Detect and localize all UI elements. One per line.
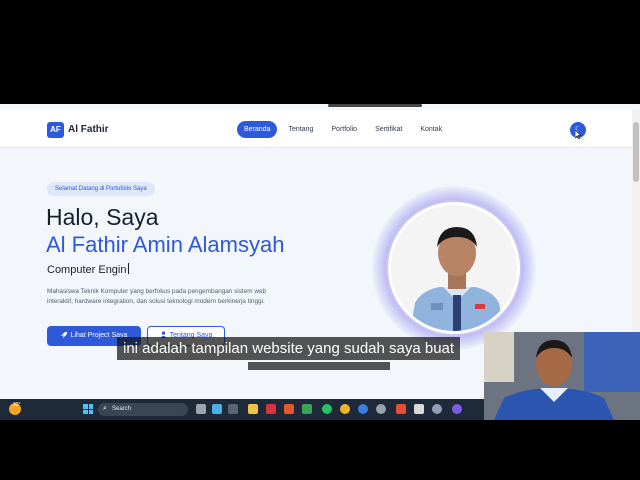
- profile-photo: [388, 202, 520, 334]
- browser-edge: [328, 104, 422, 107]
- site-navbar: AF Al Fathir Beranda Tentang Portfolio S…: [0, 110, 632, 148]
- logo-name[interactable]: Al Fathir: [68, 124, 109, 135]
- scrollbar-thumb[interactable]: [633, 122, 639, 182]
- weather-temperature: 32°: [13, 402, 21, 408]
- taskbar-search-label: Search: [112, 406, 132, 412]
- hero-role: Computer Engin: [47, 263, 129, 276]
- taskbar-app-icon-3[interactable]: [228, 404, 238, 414]
- taskbar-app-icon-12[interactable]: [396, 404, 406, 414]
- taskbar-app-icon-15[interactable]: [452, 404, 462, 414]
- hero-greeting: Halo, Saya: [46, 204, 159, 230]
- video-subtitle: ini adalah tampilan website yang sudah s…: [117, 337, 461, 360]
- video-subtitle-second-line: [248, 362, 390, 370]
- taskbar-app-icon-2[interactable]: [212, 404, 222, 414]
- taskbar-app-icon-5[interactable]: [266, 404, 276, 414]
- webcam-overlay: [484, 332, 640, 420]
- taskbar-app-icon-4[interactable]: [248, 404, 258, 414]
- taskbar-app-icon-13[interactable]: [414, 404, 424, 414]
- taskbar-app-icon-7[interactable]: [302, 404, 312, 414]
- nav-menu: Beranda Tentang Portfolio Sertifikat Kon…: [237, 121, 449, 138]
- logo-mark[interactable]: AF: [47, 122, 64, 138]
- taskbar-app-icon-1[interactable]: [196, 404, 206, 414]
- windows-start-icon[interactable]: [83, 404, 93, 414]
- search-icon: ⌕: [103, 405, 107, 412]
- hero-role-text: Computer Engin: [47, 264, 127, 276]
- webcam-illustration: [484, 332, 640, 420]
- taskbar-search[interactable]: ⌕ Search: [98, 403, 188, 416]
- taskbar-app-icon-10[interactable]: [358, 404, 368, 414]
- windows-taskbar: 32° ⌕ Search: [0, 399, 484, 420]
- taskbar-app-icon-8[interactable]: [322, 404, 332, 414]
- nav-link-portfolio[interactable]: Portfolio: [324, 121, 364, 138]
- welcome-badge: Selamat Datang di Portofolio Saya: [47, 182, 155, 196]
- typing-caret: [127, 263, 129, 274]
- nav-link-sertifikat[interactable]: Sertifikat: [368, 121, 409, 138]
- nav-link-beranda[interactable]: Beranda: [237, 121, 278, 138]
- hero-name: Al Fathir Amin Alamsyah: [46, 232, 285, 257]
- taskbar-app-icon-14[interactable]: [432, 404, 442, 414]
- taskbar-app-icon-9[interactable]: [340, 404, 350, 414]
- hero-description: Mahasiswa Teknik Komputer yang berfokus …: [47, 288, 267, 305]
- video-frame: AF Al Fathir Beranda Tentang Portfolio S…: [0, 0, 640, 480]
- profile-photo-illustration: [391, 205, 517, 331]
- rocket-icon: [60, 331, 67, 338]
- nav-link-tentang[interactable]: Tentang: [281, 121, 320, 138]
- taskbar-app-icon-6[interactable]: [284, 404, 294, 414]
- nav-link-kontak[interactable]: Kontak: [413, 121, 449, 138]
- mouse-cursor-icon: [575, 130, 581, 139]
- taskbar-app-icon-11[interactable]: [376, 404, 386, 414]
